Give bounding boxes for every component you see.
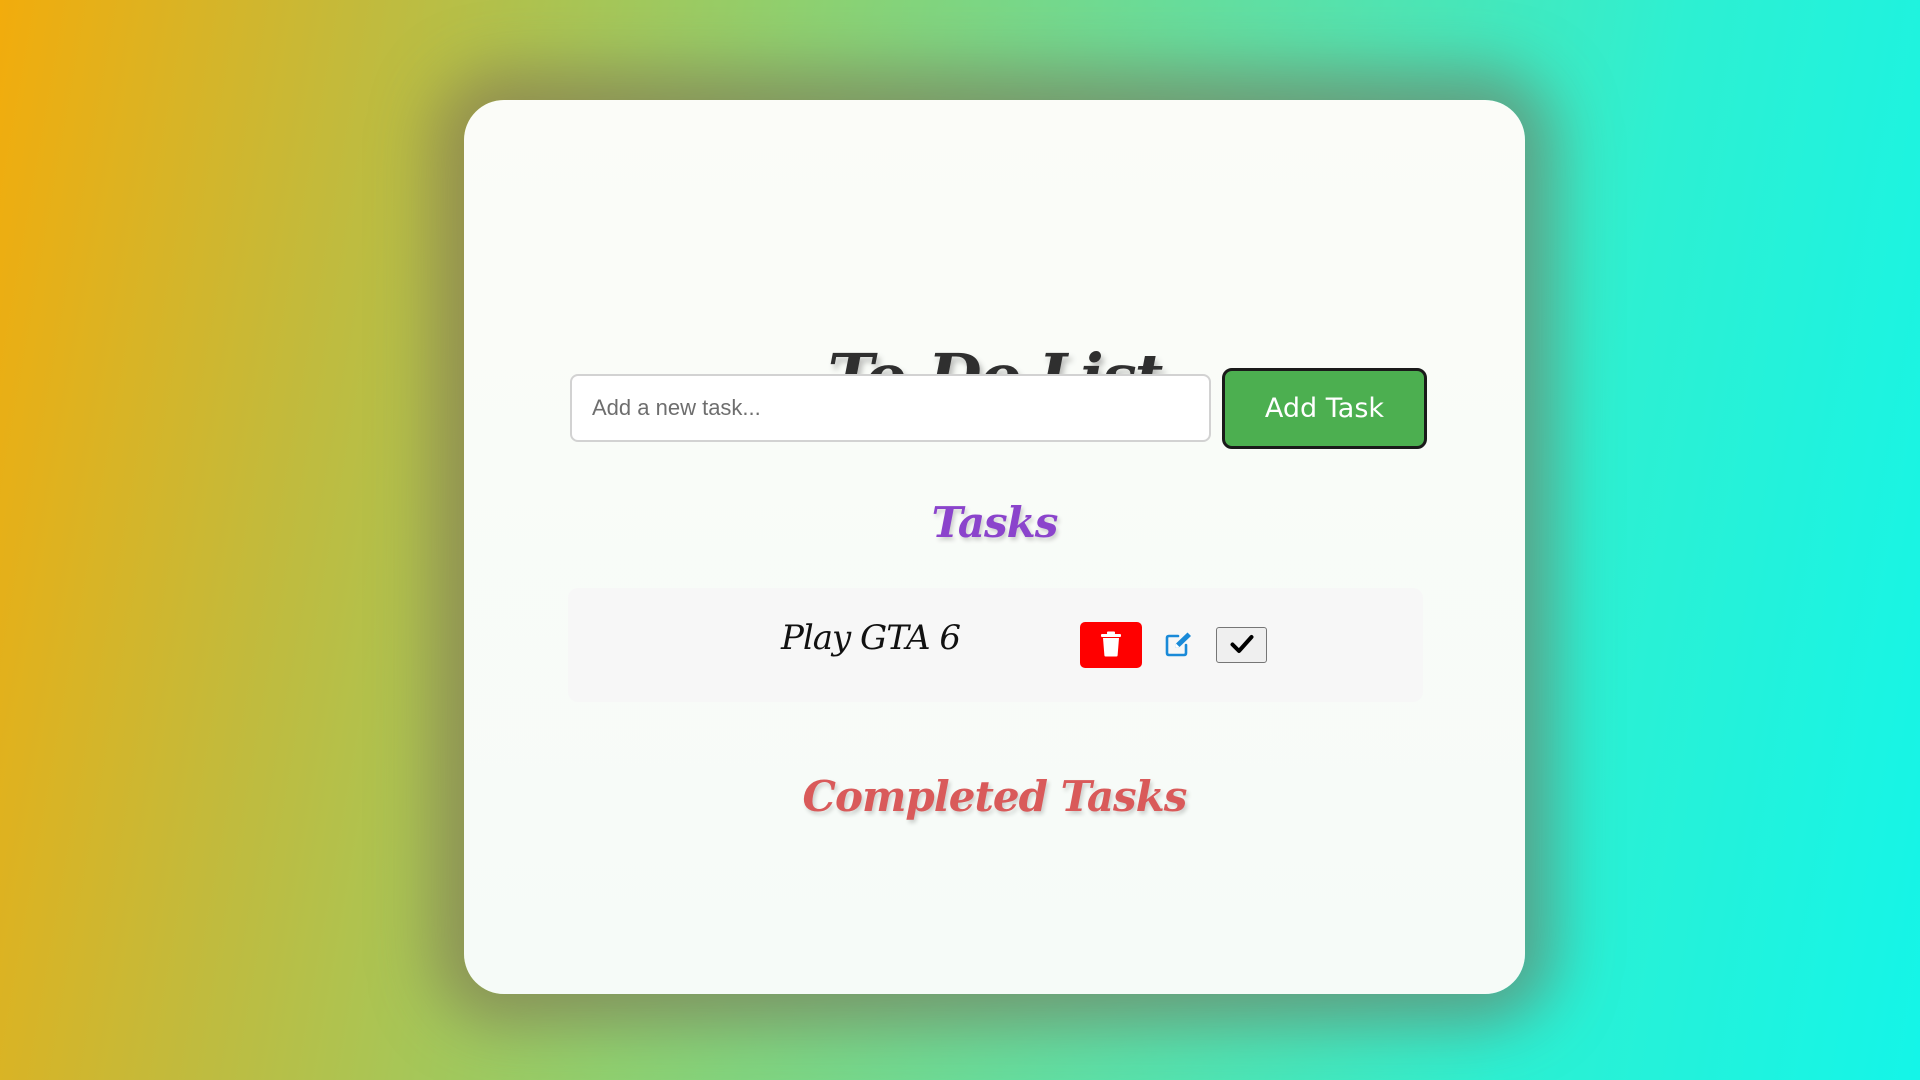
completed-tasks-heading: Completed Tasks: [802, 772, 1188, 821]
edit-icon: [1165, 631, 1193, 660]
edit-task-button[interactable]: [1162, 628, 1196, 662]
delete-task-button[interactable]: [1080, 622, 1142, 668]
task-list: Play GTA 6: [568, 588, 1423, 702]
task-item: Play GTA 6: [568, 588, 1423, 702]
todo-card: To-Do List Add Task Tasks Play GTA 6: [464, 100, 1525, 994]
trash-icon: [1100, 631, 1122, 660]
task-text: Play GTA 6: [781, 618, 961, 658]
check-icon: [1230, 634, 1254, 657]
new-task-input[interactable]: [570, 374, 1211, 442]
complete-task-button[interactable]: [1216, 627, 1267, 663]
tasks-heading: Tasks: [931, 498, 1059, 547]
add-task-button[interactable]: Add Task: [1222, 368, 1427, 449]
